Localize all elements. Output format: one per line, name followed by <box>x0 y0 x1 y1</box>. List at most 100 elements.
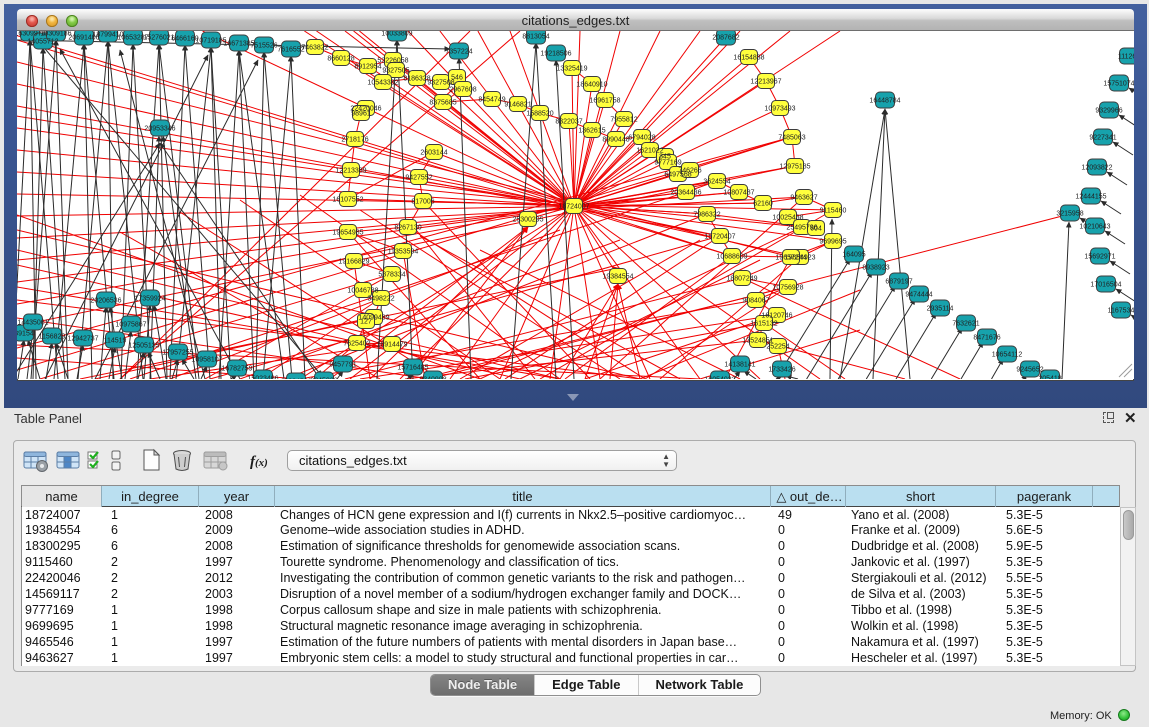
svg-text:12444155: 12444155 <box>1075 194 1106 201</box>
svg-text:19166829: 19166829 <box>338 259 369 266</box>
svg-text:746266: 746266 <box>678 168 701 175</box>
svg-text:39154: 39154 <box>17 331 34 338</box>
svg-text:8990448: 8990448 <box>602 137 629 144</box>
svg-text:18024502: 18024502 <box>280 379 311 380</box>
svg-text:12213967: 12213967 <box>750 79 781 86</box>
svg-text:16154838: 16154838 <box>733 55 764 62</box>
svg-text:9777169: 9777169 <box>654 160 681 167</box>
svg-text:12093822: 12093822 <box>1081 165 1112 172</box>
svg-text:8471676: 8471676 <box>973 335 1000 342</box>
svg-text:10958107: 10958107 <box>191 357 222 364</box>
svg-text:205418: 205418 <box>1038 376 1061 380</box>
svg-text:8267130: 8267130 <box>394 225 421 232</box>
svg-text:13325419: 13325419 <box>556 66 587 73</box>
svg-text:10033809: 10033809 <box>381 31 412 38</box>
svg-text:817006: 817006 <box>411 199 434 206</box>
svg-text:1615132: 1615132 <box>750 321 777 328</box>
svg-text:9329966: 9329966 <box>1095 108 1122 115</box>
svg-text:17359924: 17359924 <box>134 296 165 303</box>
svg-text:18724007: 18724007 <box>558 204 589 211</box>
svg-text:9084067: 9084067 <box>742 298 769 305</box>
svg-text:10046788: 10046788 <box>347 288 378 295</box>
svg-text:17957255: 17957255 <box>162 350 193 357</box>
svg-text:11353594: 11353594 <box>388 249 419 256</box>
svg-text:7955812: 7955812 <box>610 117 637 124</box>
svg-text:10719185: 10719185 <box>195 38 226 45</box>
svg-text:53226058: 53226058 <box>377 58 408 65</box>
svg-text:16448784: 16448784 <box>869 98 900 105</box>
svg-text:1156829: 1156829 <box>39 334 66 341</box>
svg-text:8660128: 8660128 <box>327 56 354 63</box>
svg-text:8813054: 8813054 <box>522 34 549 41</box>
svg-text:9474444: 9474444 <box>905 292 932 299</box>
svg-text:7632621: 7632621 <box>952 321 979 328</box>
svg-text:9327505: 9327505 <box>382 68 409 75</box>
svg-text:8375685: 8375685 <box>429 100 456 107</box>
svg-text:18640910: 18640910 <box>576 82 607 89</box>
svg-text:16107552: 16107552 <box>332 197 363 204</box>
svg-text:2087682: 2087682 <box>712 35 739 42</box>
svg-text:9115460: 9115460 <box>820 208 847 215</box>
svg-text:5878334: 5878334 <box>378 272 405 279</box>
svg-text:10973493: 10973493 <box>764 106 795 113</box>
svg-text:6794028: 6794028 <box>628 135 655 142</box>
svg-text:10688609: 10688609 <box>716 254 747 261</box>
svg-text:8912954: 8912954 <box>354 64 381 71</box>
svg-text:15716485: 15716485 <box>397 365 428 372</box>
svg-text:16054032: 16054032 <box>704 377 735 380</box>
svg-text:12942737: 12942737 <box>67 336 98 343</box>
svg-text:10210643: 10210643 <box>1079 224 1110 231</box>
svg-text:546: 546 <box>451 75 463 82</box>
svg-text:9340998: 9340998 <box>419 377 446 380</box>
svg-text:1362615: 1362615 <box>578 128 605 135</box>
svg-text:15023466: 15023466 <box>247 376 278 380</box>
svg-text:16961758: 16961758 <box>589 98 620 105</box>
svg-text:f(x): f(x) <box>250 454 268 470</box>
svg-text:8938923: 8938923 <box>862 265 889 272</box>
svg-text:2935114: 2935114 <box>927 306 954 313</box>
svg-text:1588520: 1588520 <box>526 111 553 118</box>
svg-text:2718176: 2718176 <box>341 137 368 144</box>
svg-text:164095: 164095 <box>842 252 865 259</box>
svg-text:111264: 111264 <box>1118 54 1134 61</box>
svg-text:18807249: 18807249 <box>726 276 757 283</box>
svg-text:19384554: 19384554 <box>602 274 633 281</box>
svg-text:15692971: 15692971 <box>1084 254 1115 261</box>
svg-text:2967608: 2967608 <box>449 87 476 94</box>
svg-text:604: 604 <box>810 226 822 233</box>
svg-text:2603144: 2603144 <box>420 150 447 157</box>
svg-text:127: 127 <box>360 319 372 326</box>
svg-text:20364436: 20364436 <box>670 190 701 197</box>
svg-text:7625402: 7625402 <box>343 341 370 348</box>
svg-text:6879197: 6879197 <box>885 279 912 286</box>
svg-text:1733426: 1733426 <box>768 367 795 374</box>
svg-text:10654112: 10654112 <box>992 352 1023 359</box>
svg-text:9245032: 9245032 <box>310 378 337 380</box>
svg-text:9457791: 9457791 <box>329 362 356 369</box>
svg-text:10975867: 10975867 <box>115 322 146 329</box>
svg-text:12213389: 12213389 <box>335 168 366 175</box>
svg-text:15751074: 15751074 <box>1103 81 1134 88</box>
svg-text:9427552: 9427552 <box>405 175 432 182</box>
svg-text:9245652: 9245652 <box>1016 367 1043 374</box>
svg-text:7986322: 7986322 <box>693 212 720 219</box>
svg-text:20953346: 20953346 <box>144 126 175 133</box>
svg-text:3215958: 3215958 <box>1056 211 1083 218</box>
svg-text:9699695: 9699695 <box>819 239 846 246</box>
svg-text:7485063: 7485063 <box>778 135 805 142</box>
svg-text:15276021: 15276021 <box>143 35 174 42</box>
svg-text:9146821: 9146821 <box>504 102 531 109</box>
svg-text:10025438: 10025438 <box>772 215 803 222</box>
svg-text:9227341: 9227341 <box>1089 135 1116 142</box>
svg-text:7515526: 7515526 <box>250 43 277 50</box>
svg-text:14138141: 14138141 <box>724 362 755 369</box>
svg-text:20206536: 20206536 <box>90 298 121 305</box>
svg-text:98961: 98961 <box>351 111 371 118</box>
svg-text:7357224: 7357224 <box>445 49 472 56</box>
svg-text:10756928: 10756928 <box>772 285 803 292</box>
svg-text:252254: 252254 <box>766 344 789 351</box>
svg-text:14055712: 14055712 <box>27 39 58 46</box>
svg-text:1167534: 1167534 <box>1108 308 1134 315</box>
svg-text:19657244: 19657244 <box>775 255 806 262</box>
svg-text:10807487: 10807487 <box>723 190 754 197</box>
